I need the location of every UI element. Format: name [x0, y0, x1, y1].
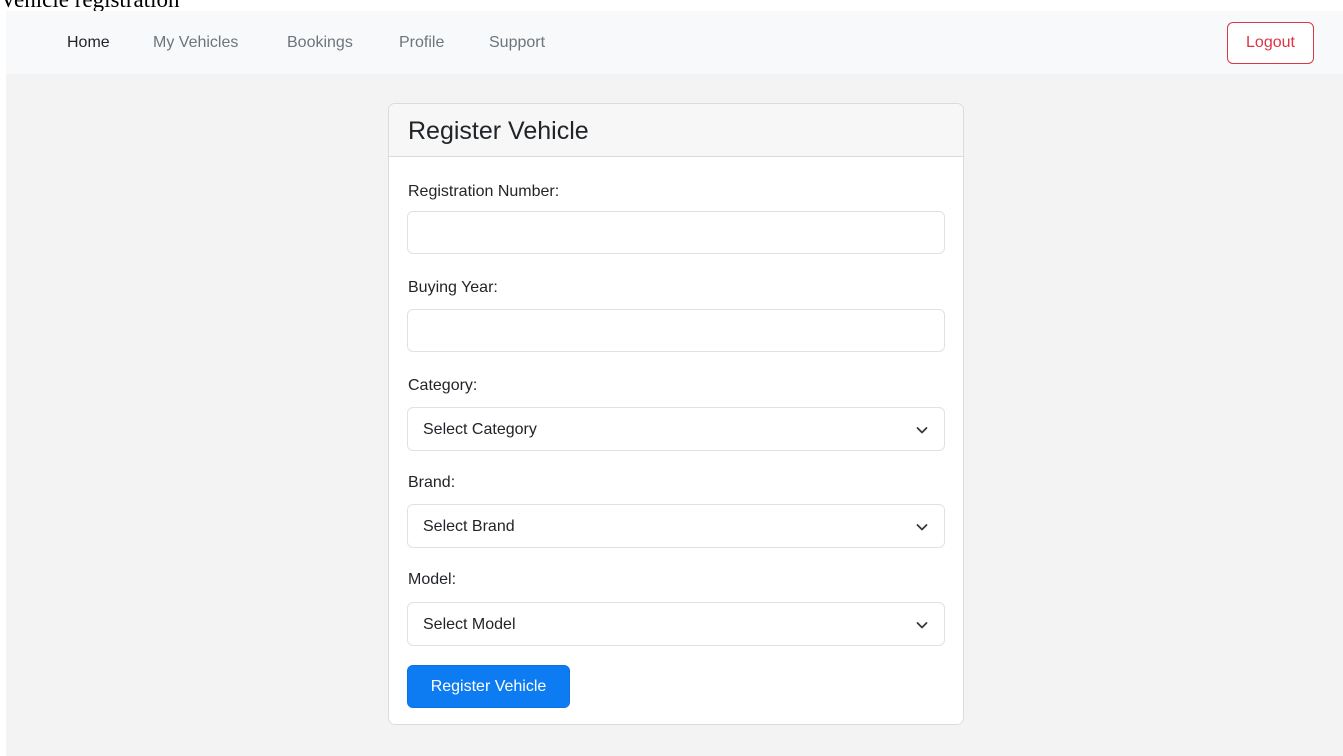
buying-year-input[interactable]	[407, 309, 945, 352]
nav-link-profile[interactable]: Profile	[399, 33, 444, 53]
top-navbar: Home My Vehicles Bookings Profile Suppor…	[6, 11, 1343, 74]
category-label: Category:	[408, 377, 478, 394]
card-title: Register Vehicle	[408, 117, 589, 145]
category-select[interactable]: Select Category	[407, 407, 945, 451]
register-vehicle-card: Register Vehicle Registration Number: Bu…	[388, 103, 964, 725]
nav-link-bookings[interactable]: Bookings	[287, 33, 353, 53]
model-label: Model:	[408, 571, 457, 588]
registration-number-input[interactable]	[407, 211, 945, 254]
brand-select[interactable]: Select Brand	[407, 504, 945, 548]
nav-link-my-vehicles[interactable]: My Vehicles	[153, 33, 238, 53]
buying-year-label: Buying Year:	[408, 279, 498, 296]
brand-label: Brand:	[408, 474, 456, 491]
app-container: Home My Vehicles Bookings Profile Suppor…	[6, 11, 1343, 756]
card-header: Register Vehicle	[389, 104, 963, 157]
registration-number-label: Registration Number:	[408, 183, 560, 200]
category-select-value: Select Category	[423, 421, 537, 438]
chevron-down-icon	[916, 524, 928, 531]
nav-link-support[interactable]: Support	[489, 33, 545, 53]
chevron-down-icon	[916, 427, 928, 434]
model-select[interactable]: Select Model	[407, 602, 945, 646]
nav-link-home[interactable]: Home	[67, 33, 110, 53]
register-vehicle-button[interactable]: Register Vehicle	[407, 665, 570, 708]
brand-select-value: Select Brand	[423, 518, 515, 535]
chevron-down-icon	[916, 622, 928, 629]
logout-button[interactable]: Logout	[1227, 22, 1314, 64]
model-select-value: Select Model	[423, 616, 516, 633]
